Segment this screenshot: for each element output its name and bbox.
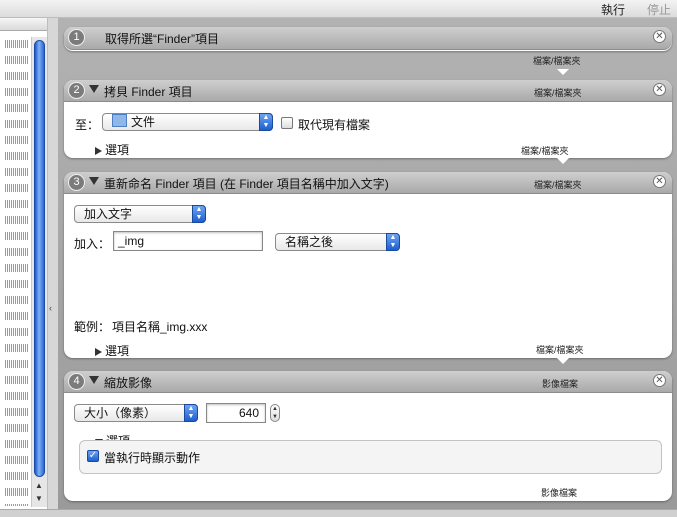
action-3-header[interactable]: 3 重新命名 Finder 項目 (在 Finder 項目名稱中加入文字) 檔案… bbox=[64, 172, 672, 194]
disclosure-triangle-icon bbox=[95, 348, 102, 356]
disclosure-triangle-icon[interactable] bbox=[89, 177, 99, 185]
size-mode-value: 大小（像素） bbox=[84, 406, 157, 420]
action-4-output-type: 影像檔案 bbox=[541, 488, 578, 498]
show-action-checkbox[interactable]: ✓ bbox=[87, 450, 99, 462]
popup-arrows-icon: ▲ ▼ bbox=[184, 404, 198, 422]
close-icon[interactable]: ✕ bbox=[653, 83, 666, 96]
stop-button[interactable]: 停止 bbox=[647, 1, 671, 18]
destination-value: 文件 bbox=[131, 115, 156, 129]
library-list-pane: ▲ ▼ bbox=[0, 18, 48, 509]
action-4: 4 縮放影像 影像檔案 ✕ 大小（像素） ▲▼ 640 ▲▼ 選項 ✓ 當執行時… bbox=[64, 371, 672, 501]
size-mode-popup[interactable]: 大小（像素） ▲ ▼ bbox=[74, 404, 198, 422]
options-toggle[interactable]: 選項 bbox=[95, 342, 129, 359]
action-2-output-type: 檔案/檔案夾 bbox=[521, 146, 569, 156]
connector-notch bbox=[557, 158, 569, 164]
scroll-up-arrow-icon[interactable]: ▲ bbox=[35, 481, 43, 490]
action-3-input-type: 檔案/檔案夾 bbox=[534, 180, 582, 190]
replace-existing-label: 取代現有檔案 bbox=[298, 118, 371, 132]
options-panel: ✓ 當執行時顯示動作 bbox=[79, 440, 662, 474]
popup-arrows-icon: ▲ ▼ bbox=[386, 233, 400, 251]
rename-mode-popup[interactable]: 加入文字 ▲ ▼ bbox=[74, 205, 206, 223]
action-1-output-type: 檔案/檔案夾 bbox=[533, 56, 581, 66]
close-icon[interactable]: ✕ bbox=[653, 30, 666, 43]
list-header bbox=[0, 18, 47, 31]
options-label: 選項 bbox=[105, 344, 130, 358]
replace-existing-checkbox[interactable] bbox=[281, 117, 293, 129]
add-text-label: 加入： bbox=[74, 237, 111, 251]
close-icon[interactable]: ✕ bbox=[653, 374, 666, 387]
size-value-field[interactable]: 640 bbox=[206, 403, 266, 423]
action-1: 1 取得所選“Finder”項目 ✕ bbox=[64, 27, 672, 51]
action-3-output-type: 檔案/檔案夾 bbox=[536, 345, 584, 355]
rename-mode-value: 加入文字 bbox=[84, 207, 133, 221]
destination-popup[interactable]: 文件 ▲ ▼ bbox=[102, 113, 273, 131]
example-label: 範例： bbox=[74, 320, 111, 334]
scroll-down-arrow-icon[interactable]: ▼ bbox=[35, 494, 43, 503]
action-2-header[interactable]: 2 拷貝 Finder 項目 檔案/檔案夾 ✕ bbox=[64, 80, 672, 102]
add-text-field[interactable]: _img bbox=[113, 231, 263, 251]
example-value: 項目名稱_img.xxx bbox=[112, 320, 208, 334]
disclosure-triangle-icon[interactable] bbox=[89, 85, 99, 93]
action-number: 3 bbox=[68, 174, 85, 191]
action-3: 3 重新命名 Finder 項目 (在 Finder 項目名稱中加入文字) 檔案… bbox=[64, 172, 672, 358]
action-1-header[interactable]: 1 取得所選“Finder”項目 ✕ bbox=[64, 27, 672, 50]
run-button[interactable]: 執行 bbox=[601, 1, 625, 18]
popup-arrows-icon: ▲ ▼ bbox=[259, 113, 273, 131]
options-toggle[interactable]: 選項 bbox=[95, 141, 129, 158]
connector-notch bbox=[557, 69, 569, 75]
toolbar: 執行 停止 bbox=[0, 0, 677, 18]
list-items[interactable] bbox=[5, 36, 29, 506]
scrollbar-thumb[interactable] bbox=[34, 40, 45, 477]
disclosure-triangle-icon[interactable] bbox=[89, 376, 99, 384]
action-number: 2 bbox=[68, 82, 85, 99]
close-icon[interactable]: ✕ bbox=[653, 175, 666, 188]
disclosure-triangle-icon bbox=[95, 147, 102, 155]
action-title: 取得所選“Finder”項目 bbox=[105, 32, 220, 46]
connector-notch bbox=[557, 358, 569, 364]
action-number: 4 bbox=[68, 373, 85, 390]
options-label: 選項 bbox=[105, 143, 130, 157]
position-value: 名稱之後 bbox=[285, 235, 334, 249]
action-title: 重新命名 Finder 項目 (在 Finder 項目名稱中加入文字) bbox=[104, 177, 389, 191]
action-title: 拷貝 Finder 項目 bbox=[104, 85, 193, 99]
show-action-label: 當執行時顯示動作 bbox=[104, 451, 201, 465]
destination-label: 至： bbox=[75, 118, 100, 132]
action-2-input-type: 檔案/檔案夾 bbox=[534, 88, 582, 98]
popup-arrows-icon: ▲ ▼ bbox=[192, 205, 206, 223]
action-4-header[interactable]: 4 縮放影像 影像檔案 ✕ bbox=[64, 371, 672, 393]
action-title: 縮放影像 bbox=[104, 376, 153, 390]
vertical-scrollbar[interactable]: ▲ ▼ bbox=[31, 37, 47, 507]
size-stepper[interactable]: ▲ ▼ bbox=[270, 404, 280, 422]
action-number: 1 bbox=[68, 29, 85, 46]
action-4-input-type: 影像檔案 bbox=[542, 379, 579, 389]
action-2: 2 拷貝 Finder 項目 檔案/檔案夾 ✕ 至： 文件 ▲ ▼ 取代現有檔案 … bbox=[64, 80, 672, 158]
folder-icon bbox=[112, 114, 127, 127]
position-popup[interactable]: 名稱之後 ▲ ▼ bbox=[275, 233, 400, 251]
collapse-arrow-icon[interactable]: ‹ bbox=[49, 303, 52, 313]
